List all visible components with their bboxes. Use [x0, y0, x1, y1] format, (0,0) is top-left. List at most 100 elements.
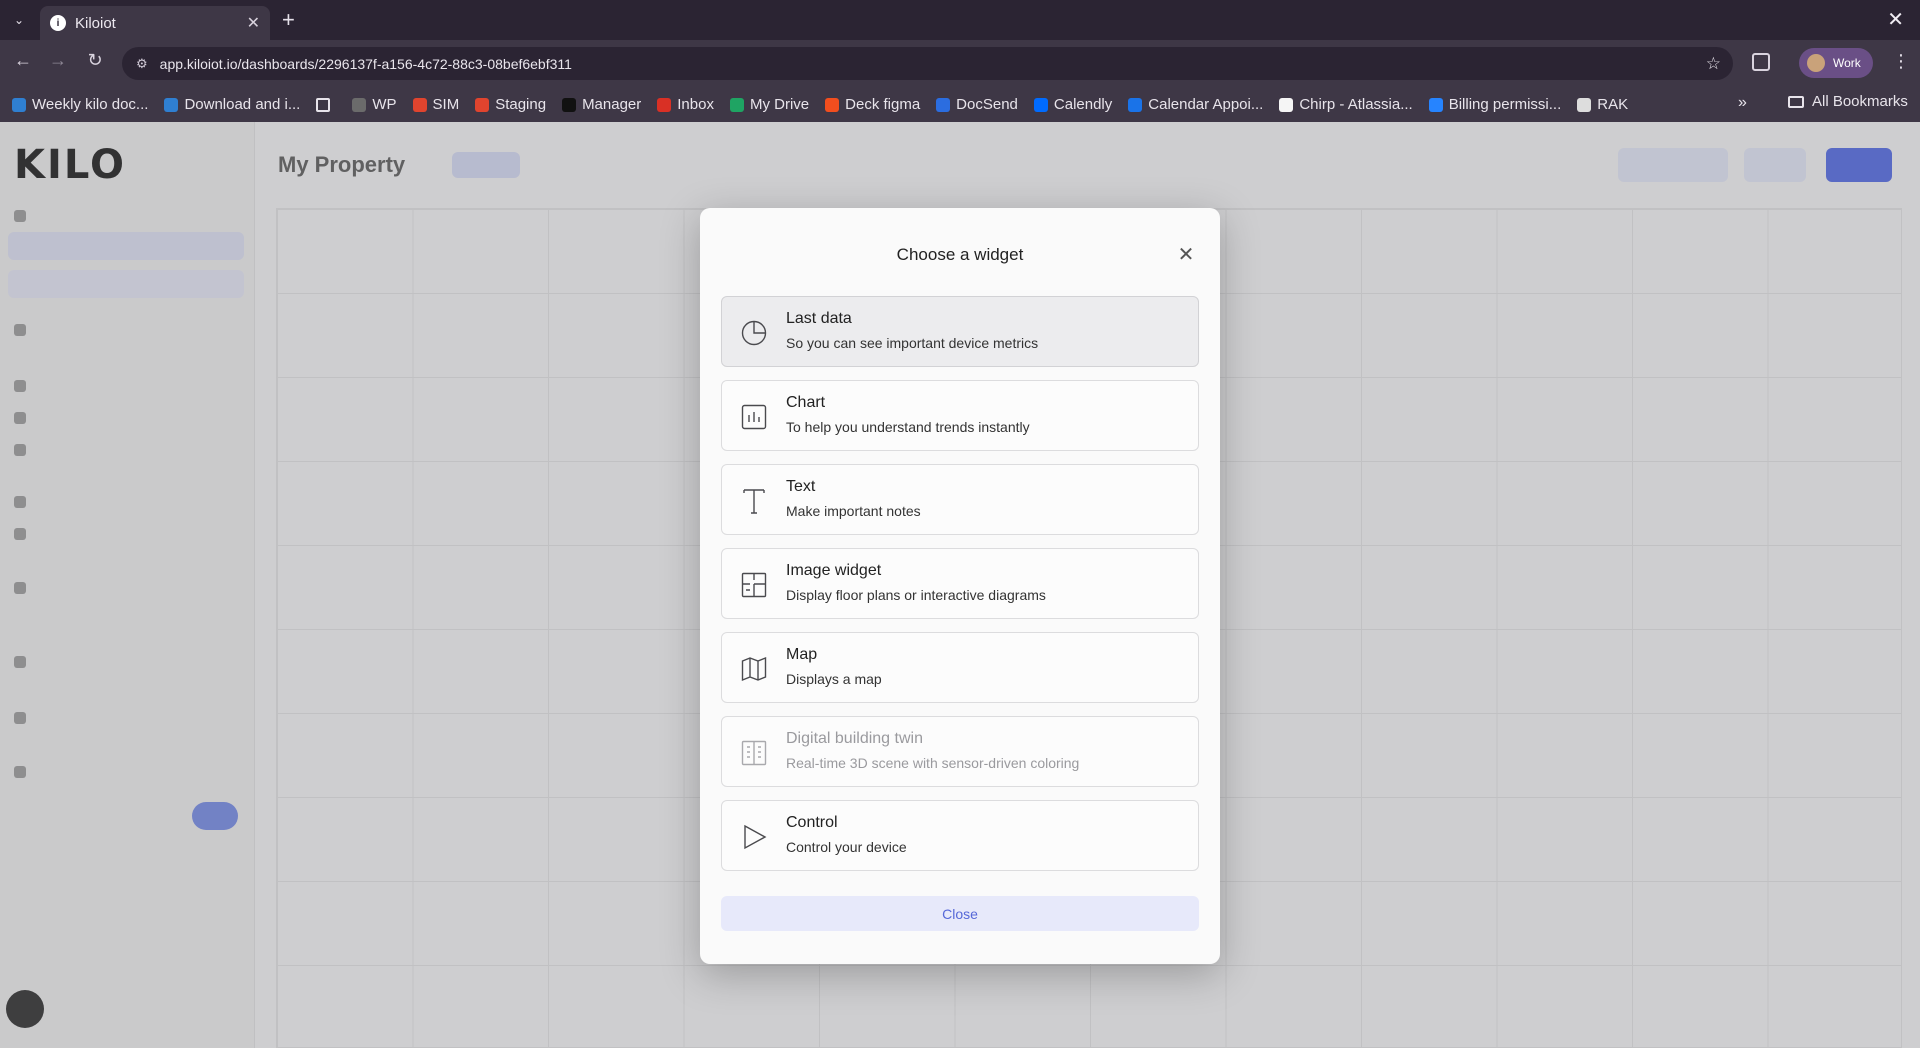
- widget-title: Last data: [786, 310, 852, 327]
- bookmark-item[interactable]: SIM: [412, 96, 460, 113]
- bookmark-item[interactable]: Billing permissi...: [1428, 96, 1562, 113]
- building-icon: [740, 739, 768, 767]
- bookmark-favicon-icon: [12, 97, 26, 112]
- all-bookmarks-button[interactable]: All Bookmarks: [1788, 93, 1908, 110]
- widget-title: Control: [786, 814, 838, 831]
- bookmark-favicon-icon: [475, 97, 490, 112]
- widget-option-control[interactable]: Control Control your device: [721, 800, 1199, 871]
- widget-option-digital-building-twin: Digital building twin Real-time 3D scene…: [721, 716, 1199, 787]
- bookmark-item[interactable]: DocSend: [936, 96, 1018, 113]
- bookmark-label: Download and i...: [184, 96, 301, 113]
- site-settings-icon[interactable]: ⚙: [136, 56, 148, 72]
- browser-menu-dots-icon[interactable]: ⋮: [1892, 51, 1910, 72]
- bookmark-label: My Drive: [749, 96, 810, 113]
- widget-title: Text: [786, 478, 816, 495]
- bookmark-favicon-icon: [825, 97, 840, 112]
- bookmarks-bar: Weekly kilo doc... Download and i... WP SIM…: [0, 87, 1920, 122]
- bookmark-label: Manager: [582, 96, 642, 113]
- bookmark-item[interactable]: Download and i...: [164, 96, 300, 113]
- bookmark-favicon-icon: [729, 97, 744, 112]
- widget-option-image-widget[interactable]: Image widget Display floor plans or inte…: [721, 548, 1199, 619]
- bookmark-star-icon[interactable]: ☆: [1706, 54, 1721, 74]
- bookmark-label: DocSend: [956, 96, 1018, 113]
- choose-widget-dialog: Choose a widget ✕ Last data So you can s…: [700, 208, 1220, 964]
- close-button[interactable]: Close: [721, 896, 1199, 931]
- all-bookmarks-label: All Bookmarks: [1812, 93, 1908, 110]
- bookmark-item[interactable]: Calendly: [1033, 96, 1113, 113]
- bookmarks-overflow-chevron-icon[interactable]: »: [1738, 94, 1747, 112]
- folder-icon: [1788, 95, 1804, 108]
- bookmark-item[interactable]: RAK: [1577, 96, 1628, 113]
- bookmark-item[interactable]: WP: [352, 96, 397, 113]
- widget-description: Make important notes: [786, 503, 921, 519]
- profile-button[interactable]: Work: [1799, 48, 1873, 78]
- bookmark-favicon-icon: [316, 97, 331, 112]
- widget-title: Image widget: [786, 562, 882, 579]
- kiloiot-favicon-icon: i: [50, 15, 66, 31]
- back-arrow-icon[interactable]: ←: [10, 50, 36, 71]
- bookmark-label: RAK: [1597, 96, 1629, 113]
- widget-description: Displays a map: [786, 671, 882, 687]
- bookmark-item[interactable]: My Drive: [729, 96, 810, 113]
- bookmark-label: Weekly kilo doc...: [32, 96, 149, 113]
- widget-option-map[interactable]: Map Displays a map: [721, 632, 1199, 703]
- widget-description: Real-time 3D scene with sensor-driven co…: [786, 755, 1080, 771]
- bookmark-label: Chirp - Atlassia...: [1299, 96, 1413, 113]
- bookmark-label: SIM: [432, 96, 460, 113]
- dialog-title: Choose a widget: [896, 245, 1024, 264]
- bookmark-item[interactable]: Weekly kilo doc...: [12, 96, 148, 113]
- map-icon: [740, 655, 768, 683]
- forward-arrow-icon[interactable]: →: [45, 50, 71, 71]
- bookmark-favicon-icon: [412, 97, 427, 112]
- apps-grid-icon[interactable]: [316, 97, 336, 112]
- bookmark-item[interactable]: Staging: [475, 96, 546, 113]
- widget-title: Map: [786, 646, 818, 663]
- widget-title: Digital building twin: [786, 730, 923, 747]
- address-bar[interactable]: ⚙ app.kiloiot.io/dashboards/2296137f-a15…: [122, 47, 1733, 80]
- bookmark-item[interactable]: Manager: [562, 96, 641, 113]
- bookmark-label: Inbox: [677, 96, 714, 113]
- extensions-puzzle-icon[interactable]: [1752, 53, 1770, 71]
- bookmark-favicon-icon: [936, 97, 951, 112]
- bookmark-favicon-icon: [562, 97, 577, 112]
- bookmark-item[interactable]: Deck figma: [825, 96, 920, 113]
- bookmark-favicon-icon: [1279, 97, 1294, 112]
- widget-description: Control your device: [786, 839, 907, 855]
- browser-tab[interactable]: i Kiloiot ✕: [40, 6, 270, 40]
- tab-close-icon[interactable]: ✕: [247, 13, 260, 33]
- browser-toolbar: ← → ↻ ⚙ app.kiloiot.io/dashboards/229613…: [0, 40, 1920, 87]
- bookmark-label: Billing permissi...: [1448, 96, 1562, 113]
- tab-search-chevron-icon[interactable]: ⌄: [8, 9, 30, 31]
- bar-chart-icon: [740, 403, 768, 431]
- bookmark-item[interactable]: Chirp - Atlassia...: [1279, 96, 1413, 113]
- widget-description: So you can see important device metrics: [786, 335, 1039, 351]
- bookmark-label: Staging: [495, 96, 547, 113]
- reload-icon[interactable]: ↻: [82, 50, 108, 71]
- bookmark-favicon-icon: [657, 97, 672, 112]
- widget-option-last-data[interactable]: Last data So you can see important devic…: [721, 296, 1199, 367]
- text-icon: [740, 487, 768, 515]
- bookmark-favicon-icon: [352, 97, 367, 112]
- bookmark-favicon-icon: [1577, 97, 1592, 112]
- profile-avatar-icon: [1807, 54, 1825, 72]
- bookmark-label: Deck figma: [845, 96, 921, 113]
- floor-plan-icon: [740, 571, 768, 599]
- pie-chart-icon: [740, 319, 768, 347]
- widget-title: Chart: [786, 394, 826, 411]
- widget-option-text[interactable]: Text Make important notes: [721, 464, 1199, 535]
- window-close-icon[interactable]: ✕: [1887, 7, 1904, 32]
- close-icon[interactable]: ✕: [1176, 245, 1196, 265]
- tab-title: Kiloiot: [75, 14, 116, 32]
- bookmark-label: Calendly: [1053, 96, 1113, 113]
- widget-description: To help you understand trends instantly: [786, 419, 1030, 435]
- bookmark-item[interactable]: Inbox: [657, 96, 714, 113]
- new-tab-plus-icon[interactable]: +: [282, 7, 295, 33]
- bookmark-favicon-icon: [164, 97, 179, 112]
- widget-option-chart[interactable]: Chart To help you understand trends inst…: [721, 380, 1199, 451]
- bookmark-favicon-icon: [1428, 97, 1443, 112]
- bookmark-item[interactable]: Calendar Appoi...: [1128, 96, 1263, 113]
- widget-description: Display floor plans or interactive diagr…: [786, 587, 1046, 603]
- bookmark-label: Calendar Appoi...: [1148, 96, 1264, 113]
- url-text: app.kiloiot.io/dashboards/2296137f-a156-…: [159, 55, 572, 72]
- profile-label: Work: [1833, 56, 1861, 70]
